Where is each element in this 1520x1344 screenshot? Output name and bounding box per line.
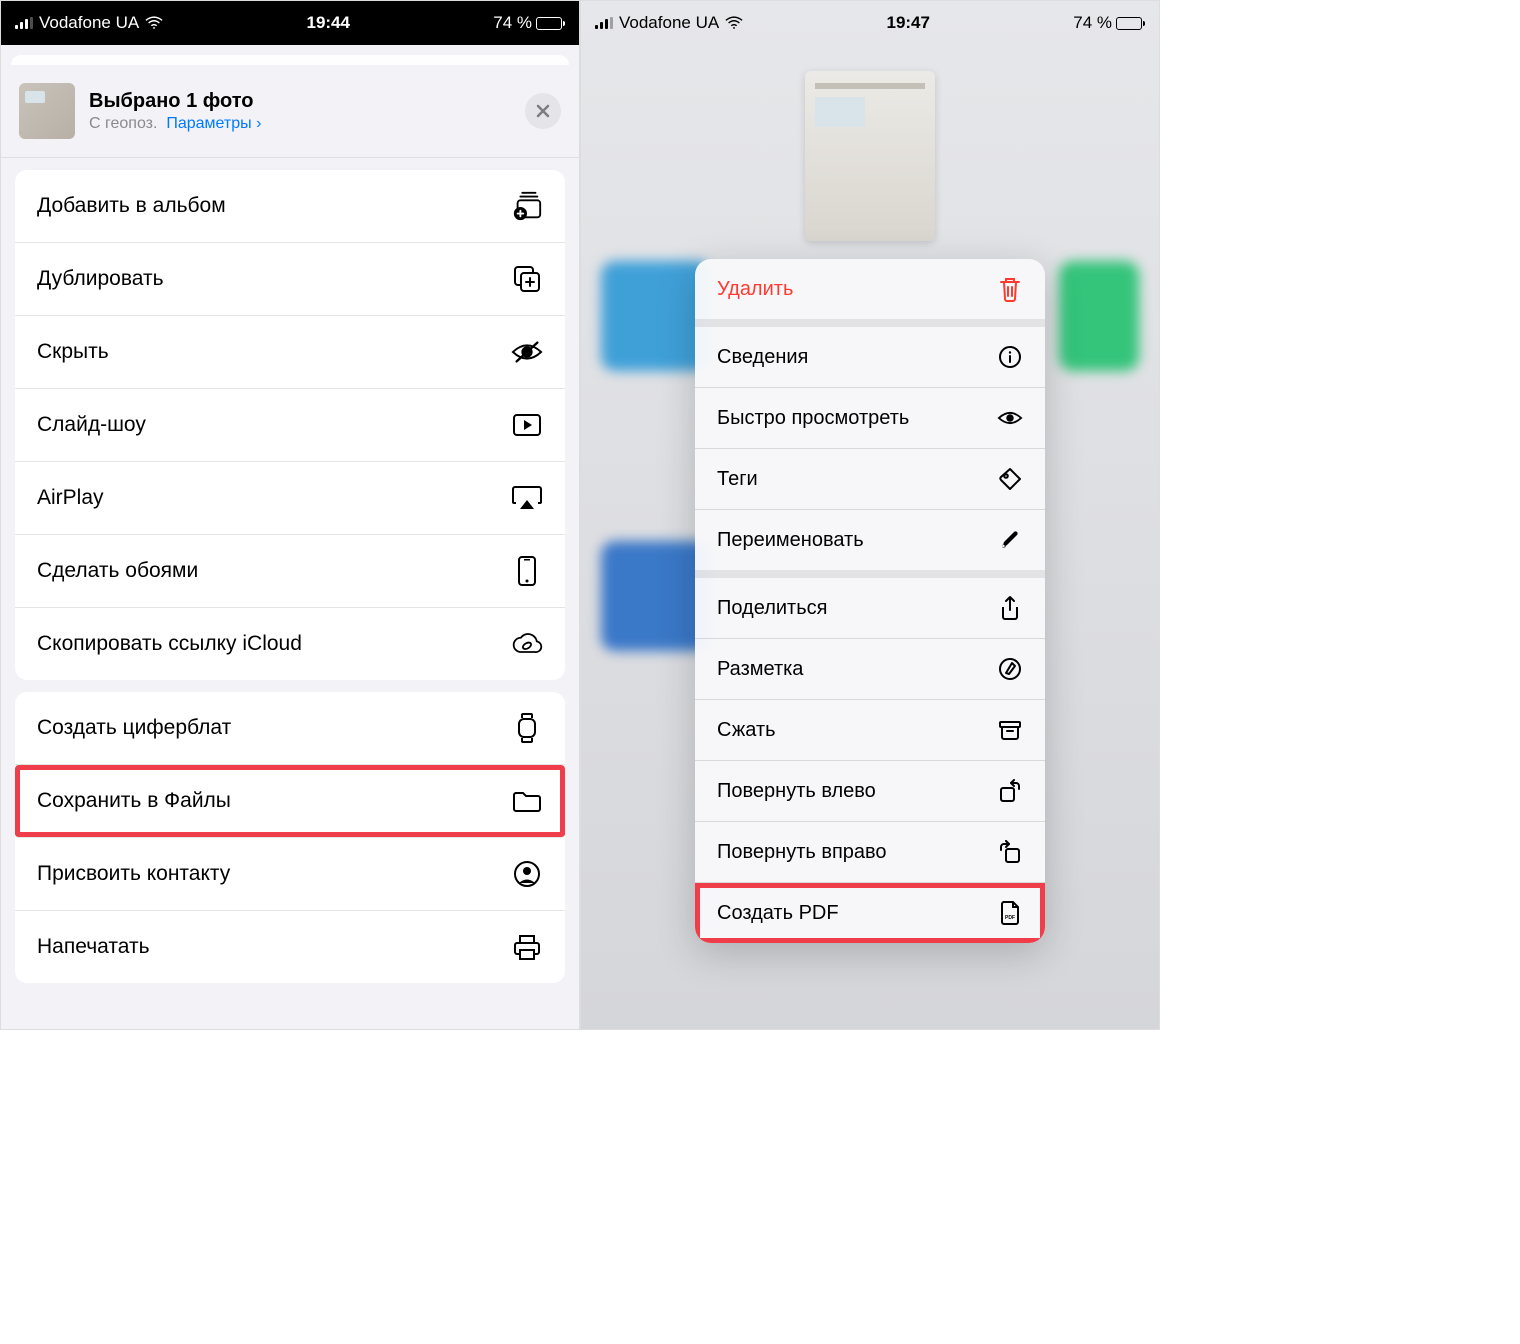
carrier-label: Vodafone UA <box>39 13 139 33</box>
action-label: Добавить в альбом <box>37 194 226 218</box>
status-time: 19:47 <box>886 13 929 33</box>
signal-icon <box>595 17 613 29</box>
menu-pdf[interactable]: Создать PDF PDF <box>695 883 1045 943</box>
document-preview[interactable] <box>805 71 935 241</box>
menu-trash[interactable]: Удалить <box>695 259 1045 319</box>
svg-text:PDF: PDF <box>1005 915 1015 921</box>
menu-label: Поделиться <box>717 597 827 620</box>
close-button[interactable] <box>525 93 561 129</box>
action-group: Создать циферблат Сохранить в Файлы Присво… <box>15 692 565 983</box>
action-label: Создать циферблат <box>37 716 231 740</box>
add-album-icon <box>511 190 543 222</box>
action-watchface[interactable]: Создать циферблат <box>15 692 565 765</box>
menu-share[interactable]: Поделиться <box>695 578 1045 638</box>
pdf-icon: PDF <box>997 900 1023 926</box>
menu-pencil[interactable]: Переименовать <box>695 510 1045 570</box>
eye-icon <box>997 405 1023 431</box>
action-label: Сохранить в Файлы <box>37 789 231 813</box>
menu-rotate-right[interactable]: Повернуть вправо <box>695 822 1045 882</box>
context-menu: Удалить Сведения Быстро просмотреть Теги Пер… <box>695 259 1045 943</box>
menu-label: Переименовать <box>717 529 864 552</box>
menu-archive[interactable]: Сжать <box>695 700 1045 760</box>
signal-icon <box>15 17 33 29</box>
action-label: Скопировать ссылку iCloud <box>37 632 302 656</box>
action-label: Напечатать <box>37 935 150 959</box>
archive-icon <box>997 717 1023 743</box>
slideshow-icon <box>511 409 543 441</box>
battery-percent: 74 % <box>493 13 532 33</box>
wifi-icon <box>725 16 743 30</box>
action-print[interactable]: Напечатать <box>15 911 565 983</box>
action-label: Сделать обоями <box>37 559 198 583</box>
action-label: Дублировать <box>37 267 164 291</box>
duplicate-icon <box>511 263 543 295</box>
wallpaper-icon <box>511 555 543 587</box>
share-icon <box>997 595 1023 621</box>
action-airplay[interactable]: AirPlay <box>15 462 565 535</box>
action-wallpaper[interactable]: Сделать обоями <box>15 535 565 608</box>
close-icon <box>535 103 551 119</box>
battery-percent: 74 % <box>1073 13 1112 33</box>
action-group: Добавить в альбом Дублировать Скрыть Слайд-… <box>15 170 565 680</box>
screenshot-right-context-menu: Vodafone UA 19:47 74 % Удалить Сведения Бы… <box>580 0 1160 1030</box>
icloud-link-icon <box>511 628 543 660</box>
menu-label: Сведения <box>717 346 808 369</box>
airplay-icon <box>511 482 543 514</box>
menu-label: Повернуть вправо <box>717 841 887 864</box>
pencil-icon <box>997 527 1023 553</box>
menu-label: Создать PDF <box>717 902 839 925</box>
screenshot-left-share-sheet: Vodafone UA 19:44 74 % Выбрано 1 фото С … <box>0 0 580 1030</box>
rotate-left-icon <box>997 778 1023 804</box>
menu-info[interactable]: Сведения <box>695 327 1045 387</box>
share-title: Выбрано 1 фото <box>89 90 511 113</box>
wifi-icon <box>145 16 163 30</box>
folder-icon <box>511 785 543 817</box>
menu-label: Быстро просмотреть <box>717 407 909 430</box>
action-icloud-link[interactable]: Скопировать ссылку iCloud <box>15 608 565 680</box>
menu-rotate-left[interactable]: Повернуть влево <box>695 761 1045 821</box>
trash-icon <box>997 276 1023 302</box>
watchface-icon <box>511 712 543 744</box>
share-header: Выбрано 1 фото С геопоз. Параметры › <box>1 65 579 158</box>
action-duplicate[interactable]: Дублировать <box>15 243 565 316</box>
carrier-label: Vodafone UA <box>619 13 719 33</box>
status-bar: Vodafone UA 19:47 74 % <box>581 1 1159 45</box>
menu-eye[interactable]: Быстро просмотреть <box>695 388 1045 448</box>
action-label: AirPlay <box>37 486 104 510</box>
action-label: Скрыть <box>37 340 109 364</box>
share-subtitle: С геопоз. Параметры › <box>89 115 511 133</box>
share-sheet: Выбрано 1 фото С геопоз. Параметры › Доб… <box>1 65 579 983</box>
markup-icon <box>997 656 1023 682</box>
menu-label: Удалить <box>717 278 793 301</box>
action-contact[interactable]: Присвоить контакту <box>15 838 565 911</box>
print-icon <box>511 931 543 963</box>
menu-label: Повернуть влево <box>717 780 876 803</box>
status-bar: Vodafone UA 19:44 74 % <box>1 1 579 45</box>
menu-label: Разметка <box>717 658 803 681</box>
menu-tag[interactable]: Теги <box>695 449 1045 509</box>
action-add-album[interactable]: Добавить в альбом <box>15 170 565 243</box>
action-folder[interactable]: Сохранить в Файлы <box>15 765 565 838</box>
menu-label: Сжать <box>717 719 776 742</box>
menu-label: Теги <box>717 468 758 491</box>
contact-icon <box>511 858 543 890</box>
menu-markup[interactable]: Разметка <box>695 639 1045 699</box>
tag-icon <box>997 466 1023 492</box>
action-hide[interactable]: Скрыть <box>15 316 565 389</box>
action-label: Присвоить контакту <box>37 862 230 886</box>
info-icon <box>997 344 1023 370</box>
battery-icon <box>536 17 565 30</box>
status-time: 19:44 <box>306 13 349 33</box>
rotate-right-icon <box>997 839 1023 865</box>
action-slideshow[interactable]: Слайд-шоу <box>15 389 565 462</box>
action-label: Слайд-шоу <box>37 413 146 437</box>
hide-icon <box>511 336 543 368</box>
photo-thumbnail[interactable] <box>19 83 75 139</box>
battery-icon <box>1116 17 1145 30</box>
options-link[interactable]: Параметры › <box>166 115 261 132</box>
